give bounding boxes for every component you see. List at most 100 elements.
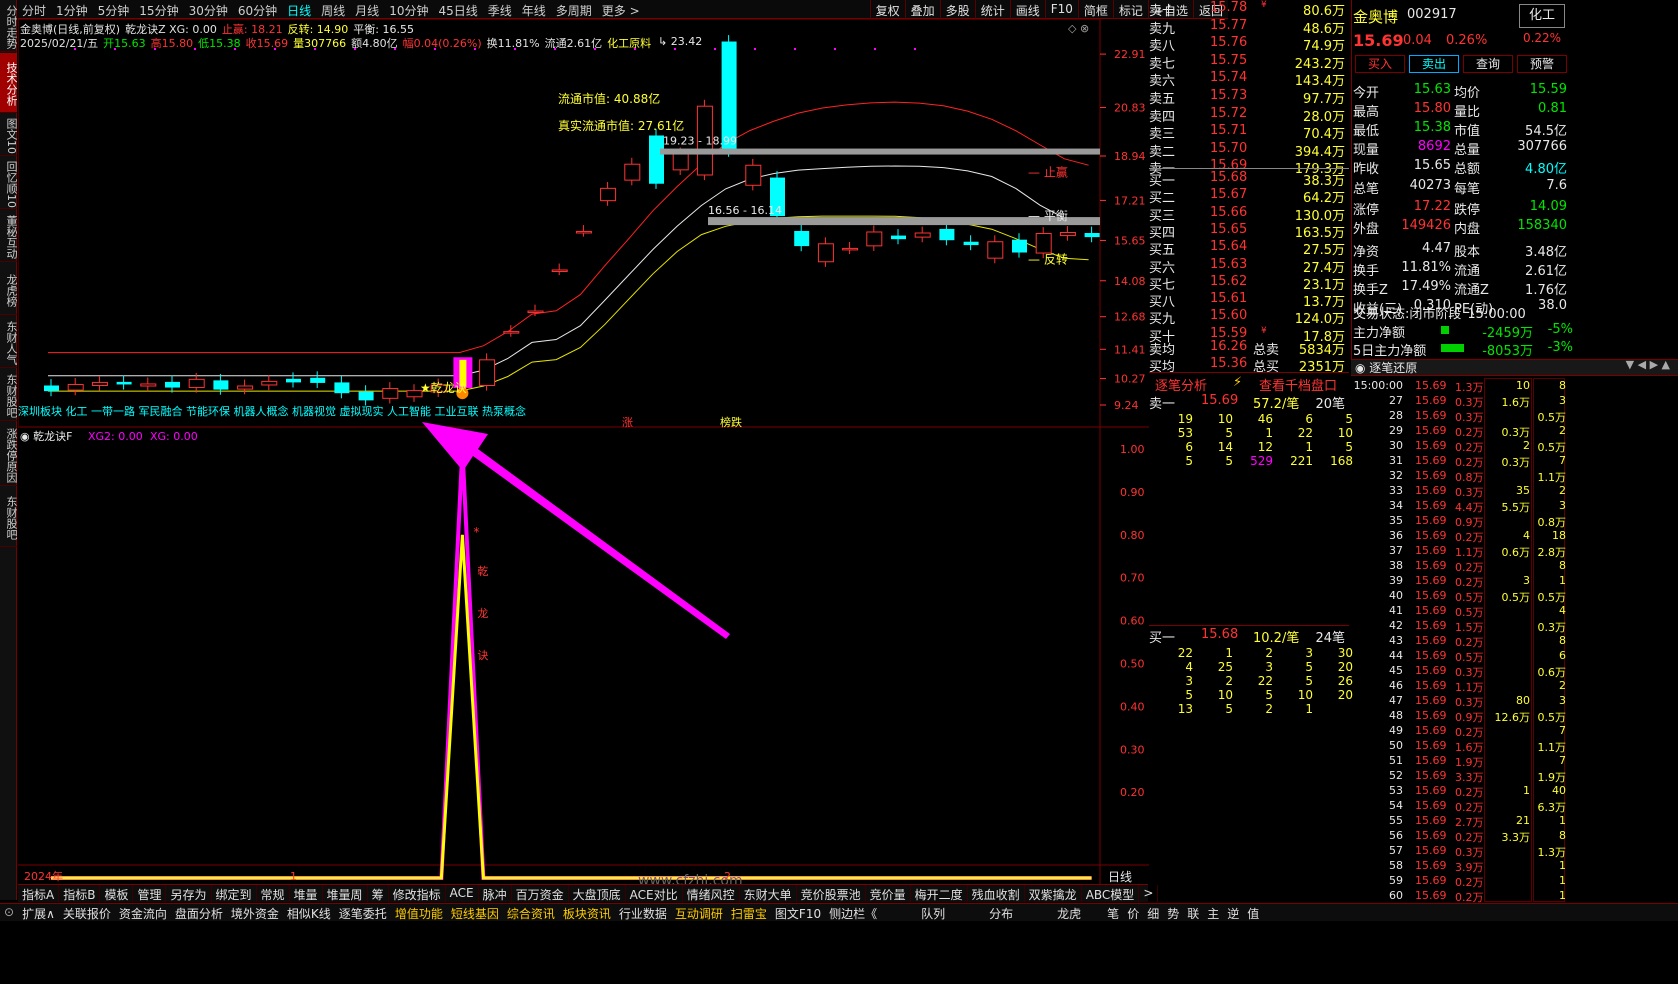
function-tab-26[interactable]: 值 bbox=[1243, 904, 1263, 921]
indicator-tab-20[interactable]: 梅开二度 bbox=[911, 885, 968, 902]
function-tab-24[interactable]: 主 bbox=[1203, 904, 1223, 921]
indicator-tab-23[interactable]: ABC模型 bbox=[1082, 885, 1140, 902]
order-row[interactable]: 卖三 15.71 70.4万 bbox=[1149, 123, 1349, 142]
period-tab-9[interactable]: 10分钟 bbox=[389, 2, 428, 19]
indicator-tab-6[interactable]: 常规 bbox=[257, 885, 290, 902]
tool-button-2[interactable]: 多股 bbox=[939, 0, 975, 19]
function-tab-8[interactable]: 短线基因 bbox=[447, 904, 503, 921]
tool-button-6[interactable]: 简框 bbox=[1077, 0, 1113, 19]
indicator-tab-14[interactable]: 大盘顶底 bbox=[569, 885, 626, 902]
order-row[interactable]: 卖六 15.74 143.4万 bbox=[1149, 70, 1349, 89]
indicator-tab-2[interactable]: 模板 bbox=[100, 885, 134, 902]
function-tab-16[interactable]: 队列 bbox=[899, 904, 967, 921]
function-tab-3[interactable]: 盘面分析 bbox=[171, 904, 227, 921]
sell-button[interactable]: 卖出 bbox=[1409, 55, 1459, 73]
indicator-tab-0[interactable]: 指标A bbox=[18, 885, 60, 902]
indicator-tab-17[interactable]: 东财大单 bbox=[740, 885, 797, 902]
function-tab-19[interactable]: 笔 bbox=[1103, 904, 1123, 921]
order-row[interactable]: 买六 15.63 27.4万 bbox=[1149, 257, 1349, 276]
period-tab-12[interactable]: 年线 bbox=[522, 2, 546, 19]
indicator-tab-11[interactable]: ACE bbox=[446, 885, 479, 902]
order-row[interactable]: 卖四 15.72 28.0万 bbox=[1149, 106, 1349, 125]
indicator-tab-22[interactable]: 双紫擒龙 bbox=[1025, 885, 1082, 902]
function-tab-20[interactable]: 价 bbox=[1123, 904, 1143, 921]
left-tab-3[interactable]: 回忆顺10 bbox=[0, 157, 18, 209]
order-row[interactable]: 卖五 15.73 97.7万 bbox=[1149, 88, 1349, 107]
order-row[interactable]: 卖十 15.78 ¥80.6万 bbox=[1149, 0, 1349, 19]
tool-button-0[interactable]: 复权 bbox=[869, 0, 905, 19]
indicator-tab-1[interactable]: 指标B bbox=[59, 885, 101, 902]
indicator-tab-15[interactable]: ACE对比 bbox=[626, 885, 683, 902]
left-tab-2[interactable]: 图文10 bbox=[0, 114, 18, 156]
indicator-tab-16[interactable]: 情绪风控 bbox=[683, 885, 740, 902]
function-tab-5[interactable]: 相似K线 bbox=[283, 904, 335, 921]
left-tab-7[interactable]: 东财股吧 bbox=[0, 369, 18, 421]
indicator-tab-9[interactable]: 筹 bbox=[368, 885, 389, 902]
order-row[interactable]: 买二 15.67 64.2万 bbox=[1149, 187, 1349, 206]
tool-button-5[interactable]: F10 bbox=[1044, 0, 1078, 19]
function-tab-2[interactable]: 资金流向 bbox=[115, 904, 171, 921]
period-tab-10[interactable]: 45日线 bbox=[438, 2, 477, 19]
function-tab-21[interactable]: 细 bbox=[1143, 904, 1163, 921]
indicator-tab-5[interactable]: 绑定到 bbox=[212, 885, 257, 902]
function-tab-25[interactable]: 逆 bbox=[1223, 904, 1243, 921]
order-row[interactable]: 买四 15.65 163.5万 bbox=[1149, 222, 1349, 241]
function-tab-11[interactable]: 行业数据 bbox=[615, 904, 671, 921]
indicator-tab-24[interactable]: > bbox=[1139, 885, 1159, 902]
period-tab-14[interactable]: 更多 > bbox=[602, 2, 640, 19]
function-tab-17[interactable]: 分布 bbox=[967, 904, 1035, 921]
period-tab-3[interactable]: 15分钟 bbox=[139, 2, 178, 19]
period-tab-11[interactable]: 季线 bbox=[488, 2, 512, 19]
period-tab-2[interactable]: 5分钟 bbox=[98, 2, 130, 19]
tool-button-1[interactable]: 叠加 bbox=[904, 0, 940, 19]
function-tab-22[interactable]: 势 bbox=[1163, 904, 1183, 921]
period-tab-0[interactable]: 分时 bbox=[22, 2, 46, 19]
function-tab-9[interactable]: 综合资讯 bbox=[503, 904, 559, 921]
function-tab-4[interactable]: 境外资金 bbox=[227, 904, 283, 921]
function-tab-15[interactable]: 侧边栏《 bbox=[825, 904, 881, 921]
tool-button-7[interactable]: 标记 bbox=[1112, 0, 1148, 19]
thousand-level-link[interactable]: 查看千档盘口 bbox=[1259, 375, 1337, 394]
period-tab-5[interactable]: 60分钟 bbox=[238, 2, 277, 19]
function-tab-10[interactable]: 板块资讯 bbox=[559, 904, 615, 921]
tool-button-3[interactable]: 统计 bbox=[974, 0, 1010, 19]
indicator-tab-21[interactable]: 残血收割 bbox=[968, 885, 1025, 902]
left-tab-1[interactable]: 技术分析 bbox=[0, 53, 18, 113]
left-tab-6[interactable]: 东财人气 bbox=[0, 316, 18, 368]
order-row[interactable]: 买三 15.66 130.0万 bbox=[1149, 205, 1349, 224]
period-tab-13[interactable]: 多周期 bbox=[556, 2, 592, 19]
left-tab-4[interactable]: 董秘互动 bbox=[0, 210, 18, 262]
left-tab-5[interactable]: 龙虎榜 bbox=[0, 263, 18, 315]
buy-button[interactable]: 买入 bbox=[1355, 55, 1405, 73]
left-tab-8[interactable]: 涨跌停原因 bbox=[0, 422, 18, 486]
period-tab-4[interactable]: 30分钟 bbox=[189, 2, 228, 19]
order-row[interactable]: 卖七 15.75 243.2万 bbox=[1149, 53, 1349, 72]
period-tab-1[interactable]: 1分钟 bbox=[56, 2, 88, 19]
expand-icon[interactable]: ⊙ bbox=[0, 904, 18, 921]
period-tab-8[interactable]: 月线 bbox=[355, 2, 379, 19]
left-tab-9[interactable]: 东财股吧 bbox=[0, 487, 18, 547]
sector-badge[interactable]: 化工 bbox=[1519, 4, 1565, 28]
function-tab-13[interactable]: 扫雷宝 bbox=[727, 904, 771, 921]
order-row[interactable]: 买五 15.64 27.5万 bbox=[1149, 239, 1349, 258]
order-row[interactable]: 卖八 15.76 74.9万 bbox=[1149, 35, 1349, 54]
function-tab-12[interactable]: 互动调研 bbox=[671, 904, 727, 921]
order-row[interactable]: 买一 15.68 38.3万 bbox=[1149, 170, 1349, 189]
period-tab-7[interactable]: 周线 bbox=[321, 2, 345, 19]
indicator-tab-7[interactable]: 堆量 bbox=[290, 885, 323, 902]
indicator-tab-18[interactable]: 竞价股票池 bbox=[797, 885, 866, 902]
indicator-tab-19[interactable]: 竞价量 bbox=[866, 885, 911, 902]
function-tab-7[interactable]: 增值功能 bbox=[391, 904, 447, 921]
indicator-tab-3[interactable]: 管理 bbox=[133, 885, 167, 902]
indicator-tab-12[interactable]: 脉冲 bbox=[479, 885, 512, 902]
function-tab-6[interactable]: 逐笔委托 bbox=[335, 904, 391, 921]
order-row[interactable]: 买八 15.61 13.7万 bbox=[1149, 291, 1349, 310]
order-row[interactable]: 卖九 15.77 48.6万 bbox=[1149, 18, 1349, 37]
order-row[interactable]: 卖二 15.70 394.4万 bbox=[1149, 141, 1349, 160]
tool-button-4[interactable]: 画线 bbox=[1009, 0, 1045, 19]
kline-chart[interactable]: 22.91 20.83 18.94 17.21 15.65 14.08 12.68 11.41… bbox=[18, 19, 1149, 885]
left-tab-0[interactable]: 分时走势 bbox=[0, 0, 18, 52]
indicator-tab-8[interactable]: 堆量周 bbox=[323, 885, 368, 902]
tick-nav-icons[interactable]: ▼ ◀ ▶ ▲ bbox=[1626, 358, 1670, 371]
function-tab-0[interactable]: 扩展∧ bbox=[18, 904, 59, 921]
